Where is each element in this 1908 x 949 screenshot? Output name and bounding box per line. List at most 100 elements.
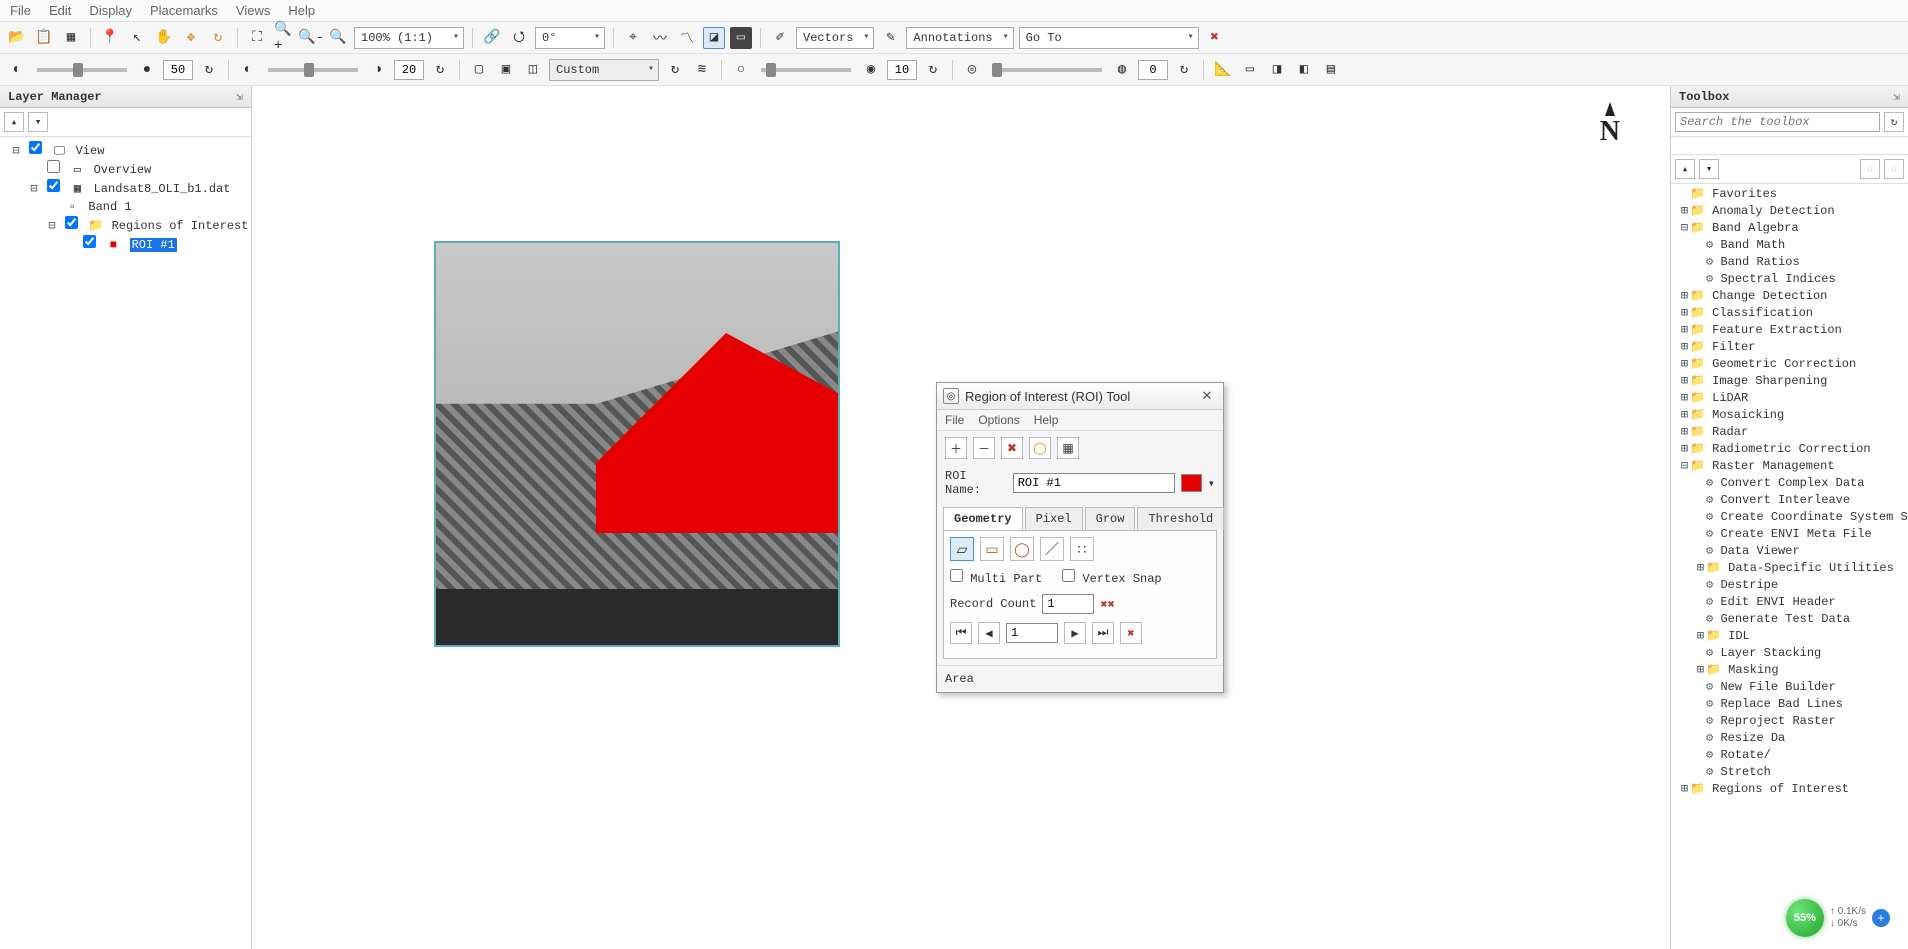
pin-icon[interactable]: 📍 [99,27,121,49]
tb-destripe[interactable]: Destripe [1720,578,1778,592]
tree-toggle[interactable]: ⊞ [1679,390,1690,407]
tb-band-math[interactable]: Band Math [1720,238,1785,252]
dialog-menu-options[interactable]: Options [978,413,1019,427]
tb-image-sharpening[interactable]: Image Sharpening [1712,374,1827,388]
portal-a-icon[interactable]: ▭ [1239,59,1261,81]
tb-layer-stacking[interactable]: Layer Stacking [1720,646,1821,660]
tree-toggle[interactable]: ⊞ [1679,373,1690,390]
widget-expand-icon[interactable]: + [1872,909,1890,927]
contrast-low-icon[interactable]: ◐ [237,59,259,81]
toolbox-search-input[interactable] [1675,112,1880,132]
shape-ellipse-icon[interactable]: ◯ [1010,537,1034,561]
roi-color-icon[interactable]: ◯ [1029,437,1051,459]
transparency-slider[interactable] [992,68,1102,72]
roi-grid-icon[interactable]: ▦ [1057,437,1079,459]
clipboard-icon[interactable]: 📋 [33,27,55,49]
tb-raster-management[interactable]: Raster Management [1712,459,1834,473]
dialog-menu-help[interactable]: Help [1034,413,1059,427]
tb-band-ratios[interactable]: Band Ratios [1720,255,1799,269]
multi-part-option[interactable]: Multi Part [950,569,1042,586]
open-icon[interactable]: 📂 [6,27,28,49]
transparency-value[interactable] [1138,60,1168,80]
tree-toggle[interactable]: ⊞ [1679,322,1690,339]
tree-toggle[interactable]: ⊞ [1679,305,1690,322]
tb-data-specific[interactable]: Data-Specific Utilities [1728,561,1894,575]
multi-part-checkbox[interactable] [950,569,963,582]
pan-icon[interactable]: ✋ [153,27,175,49]
toolbox-tree[interactable]: 📁 Favorites ⊞📁 Anomaly Detection ⊟📁 Band… [1671,184,1908,949]
search-refresh-icon[interactable]: ↻ [1884,112,1904,132]
dialog-titlebar[interactable]: ◎ Region of Interest (ROI) Tool ✕ [937,383,1223,410]
tb-geom-correction[interactable]: Geometric Correction [1712,357,1856,371]
contrast-reset-icon[interactable]: ↻ [429,59,451,81]
tb-rotate[interactable]: Rotate/ [1720,748,1770,762]
crosshair-icon[interactable]: ⌖ [622,27,644,49]
tab-threshold[interactable]: Threshold [1137,507,1224,530]
tree-toggle[interactable]: ⊞ [1679,288,1690,305]
fly-icon[interactable]: ✥ [180,27,202,49]
brightness-high-icon[interactable]: ● [136,59,158,81]
stretch-dropdown[interactable]: Custom [549,59,659,81]
spectral-icon[interactable]: 〽 [676,27,698,49]
tree-toggle[interactable]: ⊟ [28,180,40,198]
portal-c-icon[interactable]: ◧ [1293,59,1315,81]
brightness-low-icon[interactable]: ◐ [6,59,28,81]
tb-data-viewer[interactable]: Data Viewer [1720,544,1799,558]
link-views-icon[interactable]: 🔗 [481,27,503,49]
sharpen-high-icon[interactable]: ◉ [860,59,882,81]
tab-pixel[interactable]: Pixel [1025,507,1083,530]
menu-views[interactable]: Views [236,3,270,18]
north-up-icon[interactable]: ⭯ [508,27,530,49]
view-checkbox[interactable] [29,141,42,154]
menu-display[interactable]: Display [89,3,132,18]
delete-current-icon[interactable]: ✖ [1120,622,1142,644]
tb-resize[interactable]: Resize Da [1720,731,1785,745]
menu-placemarks[interactable]: Placemarks [150,3,218,18]
vectors-dropdown[interactable]: Vectors [796,27,874,49]
prev-record-icon[interactable]: ◀ [978,622,1000,644]
contrast-slider[interactable] [268,68,358,72]
next-record-icon[interactable]: ▶ [1064,622,1086,644]
rotate-icon[interactable]: ↻ [207,27,229,49]
close-display-icon[interactable]: ✖ [1204,27,1226,49]
delete-record-icon[interactable]: ✖✖ [1100,597,1114,612]
tree-toggle[interactable]: ⊞ [1695,662,1706,679]
tree-roi1-label[interactable]: ROI #1 [130,238,177,252]
cursor-value-icon[interactable]: ▭ [730,27,752,49]
zoom-in-icon[interactable]: 🔍+ [273,27,295,49]
tree-toggle[interactable]: ⊞ [1679,781,1690,798]
tree-toggle[interactable]: ⊞ [1679,356,1690,373]
tb-new-file[interactable]: New File Builder [1720,680,1835,694]
tb-masking[interactable]: Masking [1728,663,1778,677]
cpu-ball[interactable]: 55% [1786,899,1824,937]
tb-radiometric-correction[interactable]: Radiometric Correction [1712,442,1870,456]
roi-group-checkbox[interactable] [65,216,78,229]
roi-delete-icon[interactable]: ✖ [1001,437,1023,459]
shape-rectangle-icon[interactable]: ▭ [980,537,1004,561]
fav-empty-icon[interactable]: ☆ [1860,159,1880,179]
transparency-reset-icon[interactable]: ↻ [1173,59,1195,81]
tb-replace-bad-lines[interactable]: Replace Bad Lines [1720,697,1842,711]
record-count-value[interactable] [1042,594,1094,614]
tb-generate-test[interactable]: Generate Test Data [1720,612,1850,626]
tb-edit-header[interactable]: Edit ENVI Header [1720,595,1835,609]
equalize-icon[interactable]: ≋ [691,59,713,81]
tb-lidar[interactable]: LiDAR [1712,391,1748,405]
dialog-menu[interactable]: File Options Help [937,410,1223,431]
toolbox-category-field[interactable] [1671,137,1908,155]
menu-edit[interactable]: Edit [49,3,71,18]
overview-checkbox[interactable] [47,160,60,173]
tree-toggle[interactable]: ⊟ [46,217,58,235]
main-menu-bar[interactable]: File Edit Display Placemarks Views Help [0,0,1908,22]
brightness-reset-icon[interactable]: ↻ [198,59,220,81]
tb-convert-complex[interactable]: Convert Complex Data [1720,476,1864,490]
tb-change-detection[interactable]: Change Detection [1712,289,1827,303]
zoom-fit-icon[interactable]: ⛶ [246,27,268,49]
brightness-value[interactable] [163,60,193,80]
shape-point-icon[interactable]: ∷ [1070,537,1094,561]
pointer-icon[interactable]: ↖ [126,27,148,49]
tb-band-algebra[interactable]: Band Algebra [1712,221,1798,235]
tab-grow[interactable]: Grow [1085,507,1136,530]
tb-reproject[interactable]: Reproject Raster [1720,714,1835,728]
roi-new-icon[interactable]: ＋ [945,437,967,459]
